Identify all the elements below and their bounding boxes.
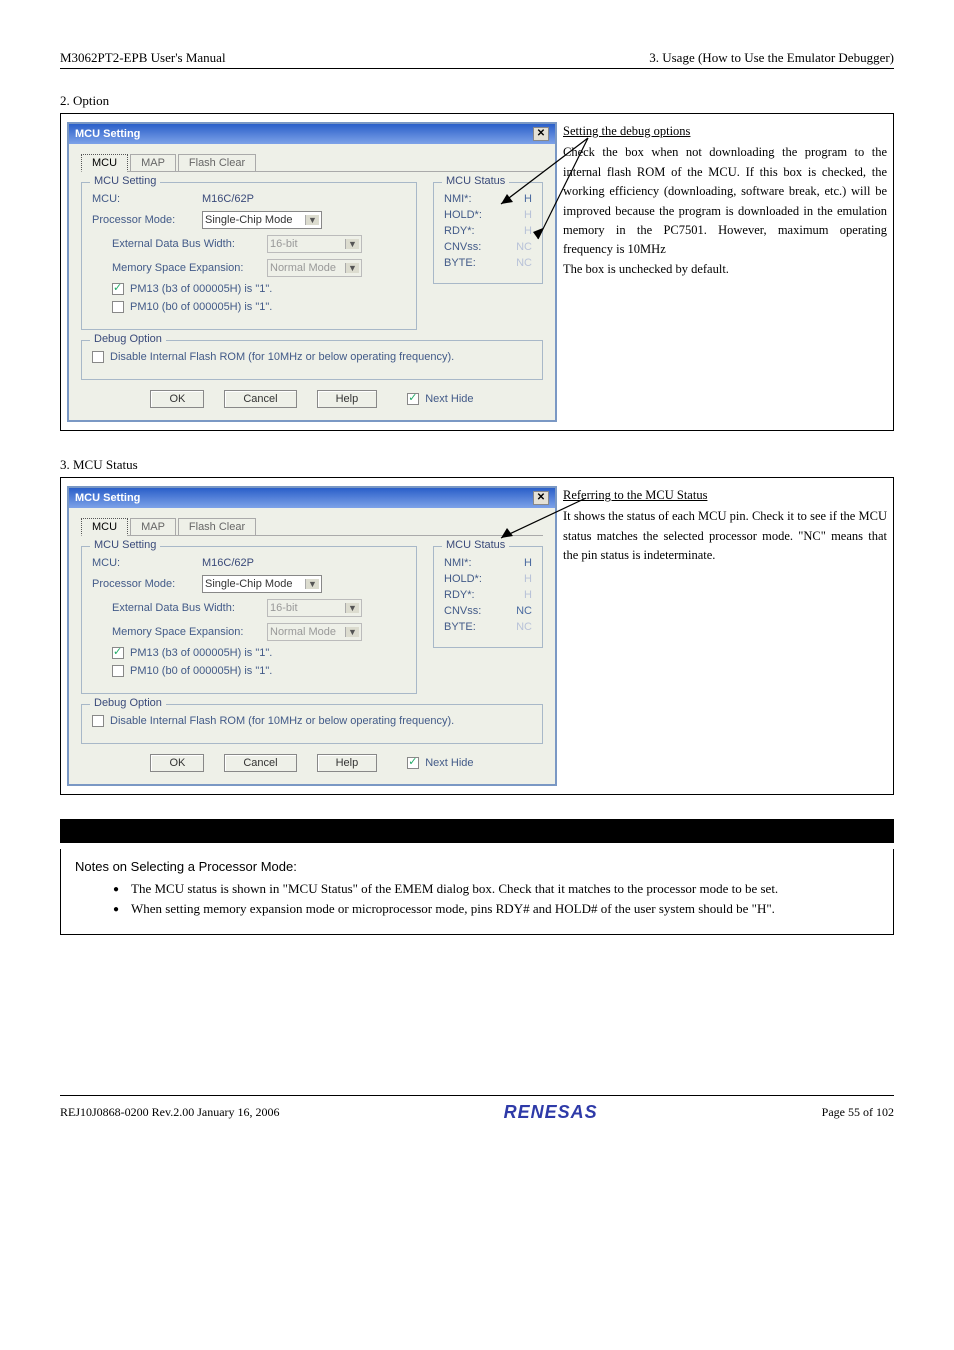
info2-body: Check the box when not downloading the p…	[563, 145, 887, 256]
note-bullet-1: The MCU status is shown in "MCU Status" …	[117, 880, 879, 898]
tabs-2: MCU MAP Flash Clear	[81, 518, 543, 536]
chevron-down-icon: ▼	[345, 627, 359, 637]
processor-mode-select[interactable]: Single-Chip Mode▼	[202, 575, 322, 593]
notes-box: Notes on Selecting a Processor Mode: The…	[60, 849, 894, 935]
tab-mcu[interactable]: MCU	[81, 518, 128, 536]
info3-body: It shows the status of each MCU pin. Che…	[563, 509, 887, 562]
pm13-checkbox[interactable]	[112, 647, 124, 659]
tab-flash-clear[interactable]: Flash Clear	[178, 154, 256, 171]
ok-button[interactable]: OK	[150, 754, 204, 772]
mcu-setting-legend: MCU Setting	[90, 539, 160, 551]
important-bar	[60, 819, 894, 843]
pm10-label: PM10 (b0 of 000005H) is "1".	[130, 301, 272, 313]
pm10-checkbox[interactable]	[112, 665, 124, 677]
close-icon[interactable]: ✕	[533, 491, 549, 505]
disable-flash-rom-label: Disable Internal Flash ROM (for 10MHz or…	[110, 351, 454, 363]
chevron-down-icon: ▼	[305, 579, 319, 589]
mcu-status-legend: MCU Status	[442, 539, 509, 551]
ext-data-bus-label: External Data Bus Width:	[112, 238, 267, 250]
disable-flash-rom-checkbox[interactable]	[92, 351, 104, 363]
header-left: M3062PT2-EPB User's Manual	[60, 50, 226, 66]
notes-title: Notes on Selecting a Processor Mode:	[75, 859, 879, 874]
processor-mode-select[interactable]: Single-Chip Mode▼	[202, 211, 322, 229]
next-hide-checkbox[interactable]	[407, 393, 419, 405]
footer-right: Page 55 of 102	[822, 1105, 894, 1120]
pm13-label: PM13 (b3 of 000005H) is "1".	[130, 283, 272, 295]
footer-left: REJ10J0868-0200 Rev.2.00 January 16, 200…	[60, 1105, 280, 1120]
mcu-label: MCU:	[92, 193, 202, 205]
cancel-button[interactable]: Cancel	[224, 754, 296, 772]
mcu-setting-legend: MCU Setting	[90, 175, 160, 187]
pm13-checkbox[interactable]	[112, 283, 124, 295]
status-list: NMI*:H HOLD*:H RDY*:H CNVss:NC BYTE:NC	[444, 193, 532, 273]
ok-button[interactable]: OK	[150, 390, 204, 408]
dialog-title-2: MCU Setting	[75, 492, 140, 504]
info2-body2: The box is unchecked by default.	[563, 262, 729, 276]
tab-map[interactable]: MAP	[130, 154, 176, 171]
info2-title: Setting the debug options	[563, 122, 887, 141]
section3-panel: MCU Setting ✕ MCU MAP Flash Clear MCU Se…	[60, 477, 894, 795]
pm10-checkbox[interactable]	[112, 301, 124, 313]
mem-space-exp-label: Memory Space Expansion:	[112, 262, 267, 274]
dialog-title: MCU Setting	[75, 128, 140, 140]
help-button[interactable]: Help	[317, 390, 378, 408]
header-right: 3. Usage (How to Use the Emulator Debugg…	[649, 50, 894, 66]
footer: REJ10J0868-0200 Rev.2.00 January 16, 200…	[60, 1095, 894, 1123]
mcu-setting-dialog: MCU Setting ✕ MCU MAP Flash Clear MCU Se…	[67, 122, 557, 422]
tab-mcu[interactable]: MCU	[81, 154, 128, 172]
chevron-down-icon: ▼	[345, 603, 359, 613]
next-hide-checkbox[interactable]	[407, 757, 419, 769]
tab-map[interactable]: MAP	[130, 518, 176, 535]
section2-info: Setting the debug options Check the box …	[563, 122, 887, 422]
mcu-status-legend: MCU Status	[442, 175, 509, 187]
section2-title: 2. Option	[60, 93, 894, 109]
status-list-2: NMI*:H HOLD*:H RDY*:H CNVss:NC BYTE:NC	[444, 557, 532, 637]
mcu-value: M16C/62P	[202, 193, 254, 205]
cancel-button[interactable]: Cancel	[224, 390, 296, 408]
tabs: MCU MAP Flash Clear	[81, 154, 543, 172]
note-bullet-2: When setting memory expansion mode or mi…	[117, 900, 879, 918]
info3-title: Referring to the MCU Status	[563, 486, 887, 505]
processor-mode-label: Processor Mode:	[92, 214, 202, 226]
section2-panel: MCU Setting ✕ MCU MAP Flash Clear MCU Se…	[60, 113, 894, 431]
mcu-setting-dialog-2: MCU Setting ✕ MCU MAP Flash Clear MCU Se…	[67, 486, 557, 786]
mem-space-exp-select: Normal Mode▼	[267, 259, 362, 277]
next-hide-label: Next Hide	[425, 393, 473, 405]
chevron-down-icon: ▼	[345, 239, 359, 249]
section3-info: Referring to the MCU Status It shows the…	[563, 486, 887, 786]
chevron-down-icon: ▼	[345, 263, 359, 273]
renesas-logo: RENESAS	[504, 1102, 598, 1123]
close-icon[interactable]: ✕	[533, 127, 549, 141]
header-rule	[60, 68, 894, 69]
chevron-down-icon: ▼	[305, 215, 319, 225]
ext-data-bus-select: 16-bit▼	[267, 235, 362, 253]
help-button[interactable]: Help	[317, 754, 378, 772]
disable-flash-rom-checkbox[interactable]	[92, 715, 104, 727]
tab-flash-clear[interactable]: Flash Clear	[178, 518, 256, 535]
section3-title: 3. MCU Status	[60, 457, 894, 473]
debug-option-legend: Debug Option	[90, 333, 166, 345]
